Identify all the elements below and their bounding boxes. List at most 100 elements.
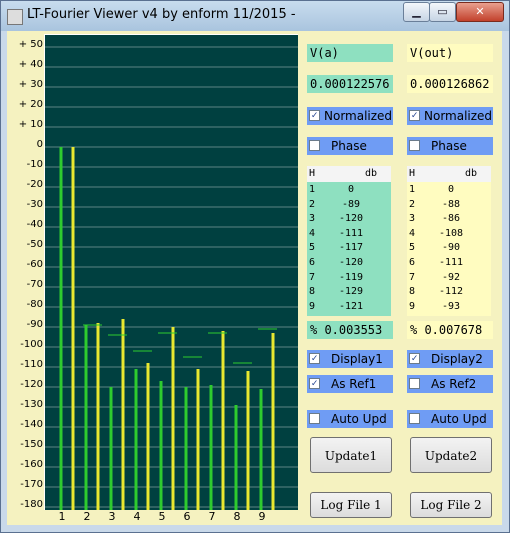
table-row: 6 -120 <box>307 256 391 270</box>
harmonic-bar-series-1 <box>259 389 263 510</box>
y-tick-label: + 20 <box>18 99 43 110</box>
table-row: 2 -88 <box>407 198 491 212</box>
log-file-1-button[interactable]: Log File 1 <box>310 492 392 518</box>
y-tick-label: -150 <box>20 439 43 450</box>
harmonic-db: -112 <box>438 286 464 298</box>
y-tick-label: -70 <box>26 279 43 290</box>
table-row: 5 -90 <box>407 241 491 255</box>
harmonic-db: -88 <box>441 198 461 210</box>
harmonic-index: 2 <box>309 198 316 210</box>
table-row: 4 -108 <box>407 227 491 241</box>
harmonic-index: 5 <box>409 242 416 254</box>
harmonic-bar-series-2 <box>71 147 75 510</box>
channel-out-title: V(out) <box>407 44 493 62</box>
client-area: + 50 + 40 + 30 + 20 + 10 0 -10 -20 -30 -40 -50 -60 -… <box>7 31 502 525</box>
normalized-2-check-mark: ✓ <box>409 110 420 121</box>
table-1-header-h: H <box>309 168 316 179</box>
auto-upd-2-check-box <box>409 413 420 424</box>
as-ref-1-checkbox[interactable]: ✓ As Ref1 <box>307 375 393 393</box>
table-row: 9 -121 <box>307 300 391 314</box>
title-bar[interactable]: LT-Fourier Viewer v4 by enform 11/2015 -… <box>1 1 509 31</box>
harmonic-db: -120 <box>338 257 364 268</box>
table-row: 7 -92 <box>407 271 491 285</box>
table-row: 2 -89 <box>307 198 391 212</box>
normalized-1-label: Normalized <box>324 109 393 123</box>
harmonic-bar-series-1 <box>234 405 238 510</box>
y-tick-label: + 30 <box>18 79 43 90</box>
y-tick-label: -30 <box>26 199 43 210</box>
display-1-checkbox[interactable]: ✓ Display1 <box>307 350 393 368</box>
phase-1-check-box <box>309 140 320 151</box>
harmonic-index: 9 <box>409 300 416 312</box>
harmonic-bar-series-1 <box>109 387 113 510</box>
auto-upd-2-checkbox[interactable]: Auto Upd <box>407 410 493 428</box>
harmonic-index: 6 <box>309 257 316 268</box>
harmonic-db: 0 <box>447 184 455 195</box>
harmonic-bar-series-1 <box>59 147 63 510</box>
phase-1-checkbox[interactable]: Phase <box>307 137 393 155</box>
phase-2-check-box <box>409 140 420 151</box>
y-tick-label: -100 <box>20 339 43 350</box>
harmonic-db: -86 <box>441 213 461 225</box>
harmonic-index: 1 <box>309 184 316 195</box>
channel-out-value: 0.000126862 <box>407 75 493 93</box>
table-2-header: H db <box>407 166 491 182</box>
thd-1-value: % 0.003553 <box>307 321 393 339</box>
harmonic-bar-series-2 <box>96 323 100 510</box>
harmonic-db: -129 <box>338 286 364 298</box>
table-row: 4 -111 <box>307 227 391 241</box>
normalized-1-checkbox[interactable]: ✓ Normalized <box>307 107 393 125</box>
harmonic-bar-series-2 <box>246 371 250 510</box>
table-1-header: H db <box>307 166 391 182</box>
y-tick-label: -80 <box>26 299 43 310</box>
normalized-2-checkbox[interactable]: ✓ Normalized <box>407 107 493 125</box>
y-tick-label: -120 <box>20 379 43 390</box>
harmonic-db: -111 <box>438 257 464 268</box>
channel-a-value: 0.000122576 <box>307 75 393 93</box>
phase-2-checkbox[interactable]: Phase <box>407 137 493 155</box>
close-button[interactable]: ✕ <box>456 2 504 22</box>
phase-1-label: Phase <box>331 139 367 153</box>
harmonic-index: 4 <box>409 227 416 239</box>
display-1-check-mark: ✓ <box>309 353 320 364</box>
harmonic-index: 7 <box>309 271 316 283</box>
y-tick-label: -50 <box>26 239 43 250</box>
harmonics-table-1: H db 1 0 2 -89 3 -120 4 -111 5 -117 6 -120 7 -119 8 -12… <box>307 166 391 316</box>
auto-upd-1-checkbox[interactable]: Auto Upd <box>307 410 393 428</box>
y-tick-label: -40 <box>26 219 43 230</box>
harmonic-bar-series-1 <box>159 381 163 510</box>
y-tick-label: -170 <box>20 479 43 490</box>
auto-upd-1-label: Auto Upd <box>331 412 387 426</box>
harmonic-bar-series-2 <box>271 333 275 510</box>
as-ref-2-checkbox[interactable]: As Ref2 <box>407 375 493 393</box>
spectrum-chart-svg <box>45 46 298 510</box>
harmonic-index: 6 <box>409 257 416 268</box>
harmonic-bar-series-1 <box>84 325 88 510</box>
y-axis-ticks: + 50 + 40 + 30 + 20 + 10 0 -10 -20 -30 -40 -50 -60 -… <box>7 31 47 511</box>
y-tick-label: 0 <box>36 139 43 150</box>
harmonic-index: 8 <box>409 286 416 298</box>
harmonic-index: 5 <box>309 242 316 254</box>
harmonic-index: 3 <box>309 213 316 225</box>
y-tick-label: -130 <box>20 399 43 410</box>
update-2-button[interactable]: Update2 <box>410 437 492 473</box>
table-row: 3 -120 <box>307 212 391 226</box>
table-row: 10 <box>407 183 491 197</box>
harmonic-db: -121 <box>338 300 364 312</box>
harmonic-db: -120 <box>338 213 364 225</box>
y-tick-label: -10 <box>26 159 43 170</box>
x-tick-label: 9 <box>258 510 266 523</box>
update-1-button[interactable]: Update1 <box>310 437 392 473</box>
display-2-checkbox[interactable]: ✓ Display2 <box>407 350 493 368</box>
display-2-label: Display2 <box>431 352 483 366</box>
maximize-button[interactable]: ▭ <box>429 2 456 22</box>
harmonic-bar-series-2 <box>121 319 125 510</box>
harmonic-index: 2 <box>409 198 416 210</box>
y-tick-label: -20 <box>26 179 43 190</box>
table-1-header-db: db <box>364 168 378 179</box>
harmonic-index: 4 <box>309 227 316 239</box>
log-file-2-button[interactable]: Log File 2 <box>410 492 492 518</box>
as-ref-2-check-box <box>409 378 420 389</box>
channel-a-title: V(a) <box>307 44 393 62</box>
minimize-button[interactable]: ▁ <box>403 2 430 22</box>
